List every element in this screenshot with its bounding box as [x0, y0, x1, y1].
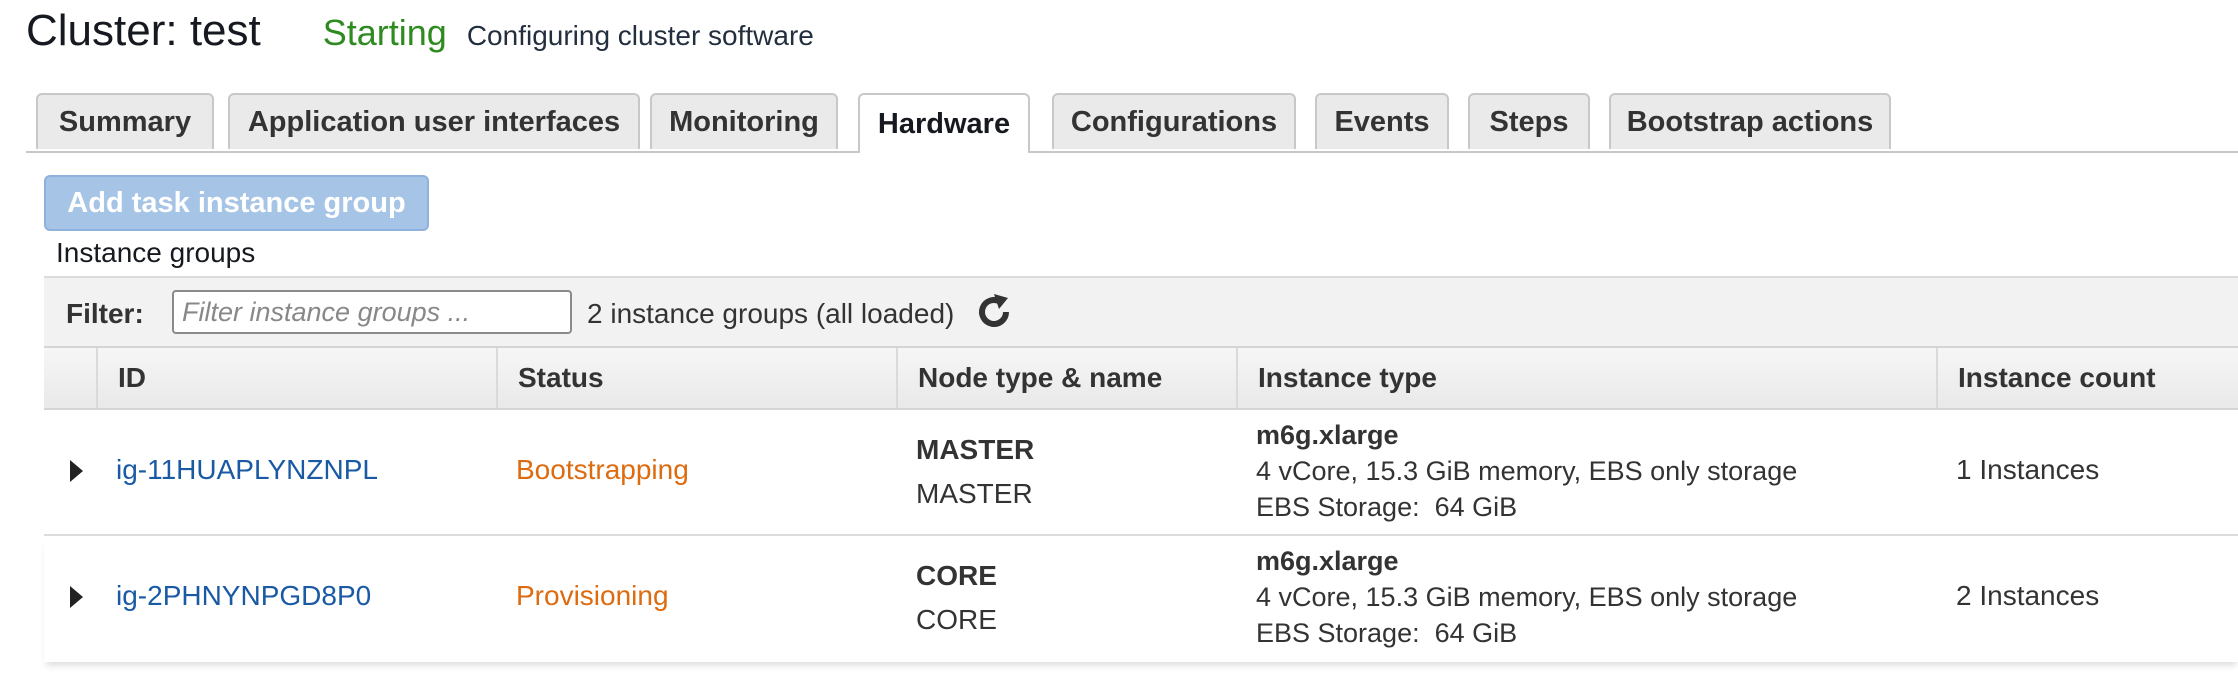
instance-group-id-link[interactable]: ig-2PHNYNPGD8P0	[116, 580, 371, 612]
instance-type: m6g.xlarge	[1256, 546, 1399, 576]
hardware-page: Cluster: test Starting Configuring clust…	[0, 0, 2238, 686]
instance-type: m6g.xlarge	[1256, 420, 1399, 450]
column-header-node-type[interactable]: Node type & name	[896, 348, 1236, 408]
add-task-instance-group-button[interactable]: Add task instance group	[44, 175, 429, 231]
cluster-status-detail: Configuring cluster software	[466, 20, 814, 51]
tab-configurations[interactable]: Configurations	[1052, 93, 1296, 149]
ebs-storage: EBS Storage: 64 GiB	[1256, 618, 1518, 648]
filter-bar: Filter: 2 instance groups (all loaded)	[44, 276, 2238, 346]
tab-hardware[interactable]: Hardware	[858, 93, 1030, 153]
table-row: ig-2PHNYNPGD8P0 Provisioning CORE CORE m…	[44, 536, 2238, 662]
column-header-instance-count[interactable]: Instance count	[1936, 348, 2238, 408]
instance-type-description: 4 vCore, 15.3 GiB memory, EBS only stora…	[1256, 456, 1798, 486]
table-header: ID Status Node type & name Instance type…	[44, 346, 2238, 410]
node-name: MASTER	[916, 478, 1033, 509]
instance-group-id-link[interactable]: ig-11HUAPLYNZNPL	[116, 454, 378, 486]
filter-input[interactable]	[172, 290, 572, 334]
expand-column-header	[44, 348, 96, 408]
instance-type-description: 4 vCore, 15.3 GiB memory, EBS only stora…	[1256, 582, 1798, 612]
instance-count: 2 Instances	[1956, 580, 2100, 611]
instance-group-count: 2 instance groups (all loaded)	[587, 298, 955, 329]
instance-count: 1 Instances	[1956, 454, 2100, 485]
ebs-storage: EBS Storage: 64 GiB	[1256, 492, 1518, 522]
node-type: CORE	[916, 560, 997, 591]
tab-steps[interactable]: Steps	[1468, 93, 1590, 149]
cluster-status: Starting	[322, 12, 447, 53]
instance-groups-table: Filter: 2 instance groups (all loaded) I…	[44, 276, 2238, 664]
tab-events[interactable]: Events	[1315, 93, 1449, 149]
column-header-status[interactable]: Status	[496, 348, 896, 408]
node-type: MASTER	[916, 434, 1035, 465]
expand-caret-icon[interactable]	[70, 460, 83, 482]
instance-groups-label: Instance groups	[56, 237, 256, 268]
instance-group-status: Provisioning	[516, 580, 669, 611]
tab-summary[interactable]: Summary	[36, 93, 214, 149]
cluster-title: Cluster: test	[26, 6, 261, 55]
column-header-id[interactable]: ID	[96, 348, 496, 408]
refresh-icon[interactable]	[972, 290, 1016, 334]
tab-bar: Summary Application user interfaces Moni…	[26, 93, 2238, 153]
instance-group-status: Bootstrapping	[516, 454, 689, 485]
node-name: CORE	[916, 604, 997, 635]
column-header-instance-type[interactable]: Instance type	[1236, 348, 1936, 408]
tab-monitoring[interactable]: Monitoring	[650, 93, 838, 149]
cluster-header: Cluster: test Starting Configuring clust…	[26, 6, 814, 76]
table-row: ig-11HUAPLYNZNPL Bootstrapping MASTER MA…	[44, 410, 2238, 536]
expand-caret-icon[interactable]	[70, 586, 83, 608]
tab-bootstrap-actions[interactable]: Bootstrap actions	[1609, 93, 1891, 149]
filter-label: Filter:	[66, 298, 144, 329]
tab-application-user-interfaces[interactable]: Application user interfaces	[228, 93, 640, 149]
